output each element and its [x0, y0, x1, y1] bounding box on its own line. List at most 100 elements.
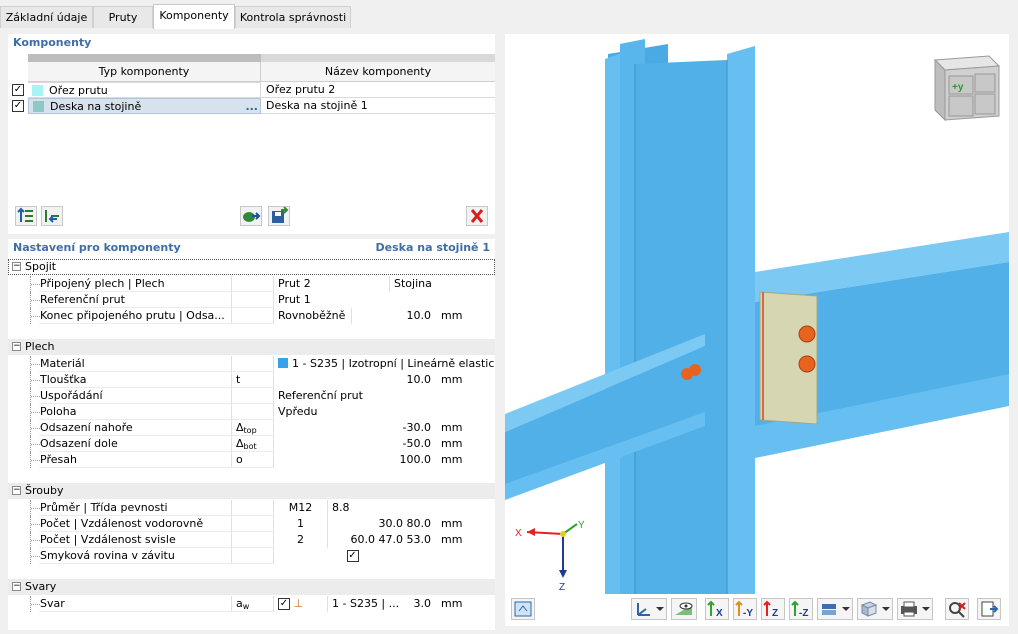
property-symbol: o [231, 452, 273, 468]
move-down-button[interactable] [41, 206, 63, 226]
components-scrollbar[interactable] [28, 54, 495, 62]
column-header-name[interactable]: Název komponenty [261, 62, 495, 82]
property-row[interactable]: Uspořádání Referenční prut [8, 388, 495, 404]
column-flange-right [727, 46, 755, 594]
property-name: Přesah [39, 452, 231, 468]
property-value[interactable]: Referenční prut [273, 388, 363, 404]
property-value[interactable]: Prut 2 [273, 276, 389, 292]
property-row[interactable]: Konec připojeného prutu | Odsa... Rovnob… [8, 308, 495, 324]
3d-viewport[interactable]: +y X Y Z X -Y Z -Z [505, 34, 1009, 626]
property-value[interactable]: Prut 1 [273, 292, 311, 308]
collapse-icon[interactable]: − [12, 342, 21, 351]
material-value[interactable]: 1 - S235 | Izotropní | Lineárně elastick… [273, 356, 495, 372]
component-enabled-checkbox[interactable]: ✓ [12, 84, 24, 96]
save-button[interactable] [268, 206, 290, 226]
weld-thickness[interactable]: 3.0 [391, 596, 432, 612]
property-unit: mm [441, 309, 463, 322]
property-unit: mm [441, 517, 463, 530]
property-number[interactable]: -30.0 [273, 420, 431, 436]
print-button[interactable] [897, 598, 933, 620]
tab-members[interactable]: Pruty [93, 6, 153, 28]
shear-plane-checkbox-cell[interactable]: ✓ [273, 548, 431, 564]
column-header-type[interactable]: Typ komponenty [28, 62, 261, 82]
tab-components[interactable]: Komponenty [153, 4, 235, 29]
bolt-diameter[interactable]: M12 [273, 500, 327, 516]
property-row[interactable]: Průměr | Třída pevnosti M12 8.8 [8, 500, 495, 516]
property-row[interactable]: Poloha Vpředu [8, 404, 495, 420]
property-row[interactable]: Odsazení dole Δbot -50.0 mm [8, 436, 495, 452]
group-welds[interactable]: − Svary [8, 579, 495, 595]
view-z-icon: Z [763, 600, 778, 619]
component-type-cell[interactable]: Ořez prutu [28, 82, 261, 98]
weld-type-icon[interactable]: ⊥ [294, 597, 304, 610]
group-label: Plech [25, 340, 55, 353]
bolt-count[interactable]: 2 [273, 532, 327, 548]
component-row[interactable]: ✓ Deska na stojině ... Deska na stojině … [8, 98, 495, 114]
view-selector-icon [514, 601, 532, 617]
bolt-strength-class[interactable]: 8.8 [327, 500, 350, 516]
import-icon [243, 212, 261, 222]
material-color-swatch [278, 358, 288, 368]
property-value[interactable]: Vpředu [273, 404, 318, 420]
move-up-button[interactable] [15, 206, 37, 226]
view-x-button[interactable]: X [705, 598, 729, 620]
visibility-button[interactable] [671, 598, 697, 620]
collapse-icon[interactable]: − [12, 262, 21, 271]
axis-system-button[interactable] [631, 598, 667, 620]
view-cube[interactable]: +y [933, 55, 1001, 122]
view-minus-y-button[interactable]: -Y [733, 598, 757, 620]
bolt-spacing[interactable]: 30.0 80.0 [327, 516, 431, 532]
export-button[interactable] [977, 598, 1001, 620]
box-view-button[interactable] [857, 598, 893, 620]
bolt-spacing[interactable]: 60.0 47.0 53.0 [327, 532, 431, 548]
svg-text:-Z: -Z [799, 608, 808, 619]
shear-plane-checkbox[interactable]: ✓ [346, 550, 359, 562]
property-row[interactable]: Materiál 1 - S235 | Izotropní | Lineárně… [8, 356, 495, 372]
property-row[interactable]: Tloušťka t 10.0 mm [8, 372, 495, 388]
property-name: Konec připojeného prutu | Odsa... [39, 308, 231, 324]
svg-text:X: X [515, 528, 522, 539]
display-mode-button[interactable] [817, 598, 853, 620]
more-button[interactable]: ... [245, 99, 258, 115]
property-number[interactable]: 10.0 [351, 308, 431, 324]
component-name-cell[interactable]: Deska na stojině 1 [261, 98, 495, 114]
component-name-cell[interactable]: Ořez prutu 2 [261, 82, 495, 98]
bolt-count[interactable]: 1 [273, 516, 327, 532]
property-value[interactable]: Rovnoběžně [273, 308, 351, 324]
weld-options[interactable]: ✓ ⊥ [273, 596, 327, 612]
view-minus-z-button[interactable]: -Z [789, 598, 813, 620]
property-row[interactable]: Referenční prut Prut 1 [8, 292, 495, 308]
property-value-2[interactable]: Stojina [389, 276, 432, 292]
zoom-reset-button[interactable] [945, 598, 969, 620]
property-row[interactable]: Smyková rovina v závitu ✓ [8, 548, 495, 564]
property-row[interactable]: Počet | Vzdálenost vodorovně 1 30.0 80.0… [8, 516, 495, 532]
property-row[interactable]: Svar aw ✓ ⊥ 1 - S235 | ... 3.0 mm [8, 596, 495, 612]
import-button[interactable] [240, 206, 262, 226]
property-row[interactable]: Připojený plech | Plech Prut 2 Stojina [8, 276, 495, 292]
property-row[interactable]: Počet | Vzdálenost svisle 2 60.0 47.0 53… [8, 532, 495, 548]
weld-material[interactable]: 1 - S235 | ... [327, 596, 399, 612]
group-plate[interactable]: − Plech [8, 339, 495, 355]
property-row[interactable]: Přesah o 100.0 mm [8, 452, 495, 468]
tab-design-check[interactable]: Kontrola správnosti [235, 6, 351, 28]
component-enabled-checkbox[interactable]: ✓ [12, 100, 24, 112]
component-type-cell[interactable]: Deska na stojině ... [28, 98, 261, 114]
component-row[interactable]: ✓ Ořez prutu Ořez prutu 2 [8, 82, 495, 98]
group-connect[interactable]: − Spojit [8, 259, 495, 275]
property-name: Referenční prut [39, 292, 231, 308]
property-number[interactable]: 10.0 [273, 372, 431, 388]
weld-checkbox[interactable]: ✓ [278, 598, 290, 610]
property-name: Svar [39, 596, 231, 612]
collapse-icon[interactable]: − [12, 486, 21, 495]
view-z-button[interactable]: Z [761, 598, 785, 620]
tab-basic-data[interactable]: Základní údaje [0, 6, 93, 28]
property-number[interactable]: -50.0 [273, 436, 431, 452]
collapse-icon[interactable]: − [12, 582, 21, 591]
model-scene[interactable]: +y X Y Z [505, 34, 1009, 626]
property-number[interactable]: 100.0 [273, 452, 431, 468]
svg-text:Z: Z [772, 608, 778, 619]
view-selector-button[interactable] [511, 598, 535, 620]
property-row[interactable]: Odsazení nahoře Δtop -30.0 mm [8, 420, 495, 436]
group-bolts[interactable]: − Šrouby [8, 483, 495, 499]
delete-button[interactable] [466, 206, 488, 226]
